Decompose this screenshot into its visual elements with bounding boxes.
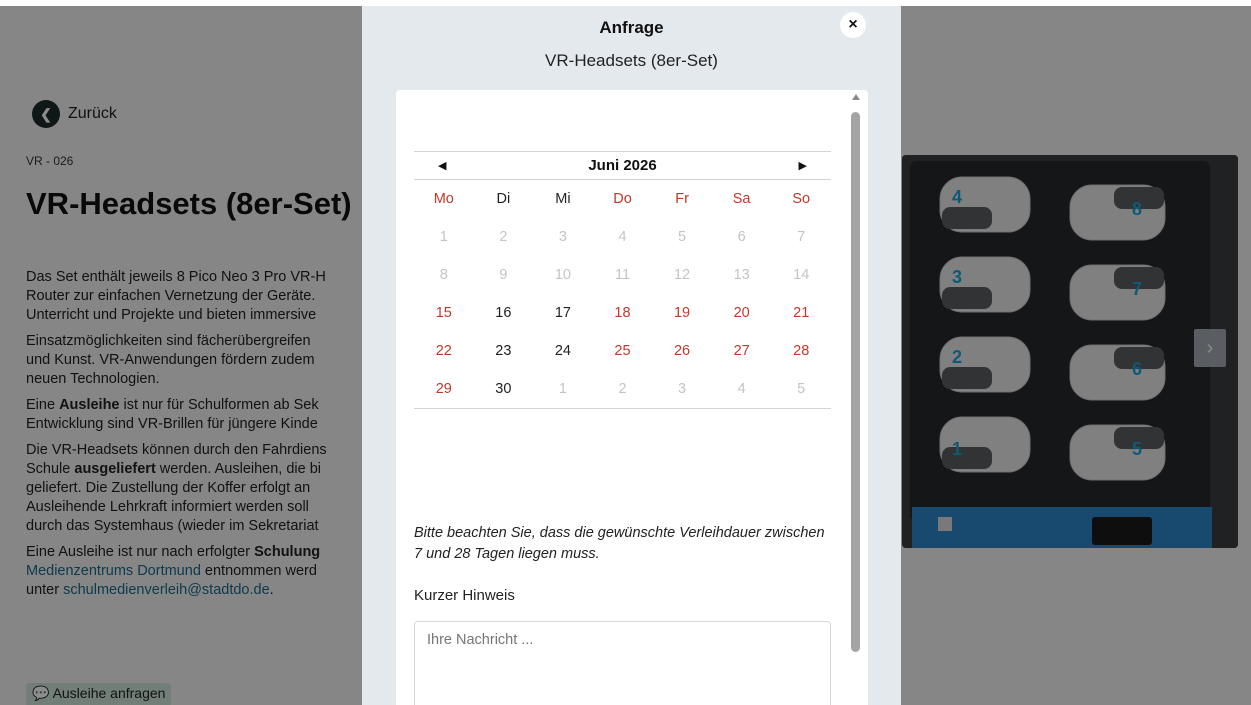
calendar-day[interactable]: 15 <box>414 294 474 332</box>
calendar-day: 1 <box>558 381 567 397</box>
loan-duration-notice: Bitte beachten Sie, dass die gewünschte … <box>414 525 825 562</box>
calendar-day: 5 <box>797 381 806 397</box>
calendar-day: 11 <box>614 267 631 283</box>
modal-subtitle: VR-Headsets (8er-Set) <box>545 51 718 70</box>
calendar-day[interactable]: 30 <box>474 370 534 408</box>
weekday-header: Fr <box>675 191 689 207</box>
day-grid: 1 2 3 4 5 6 7 8 9 10 11 12 13 14 15 16 17 18 19 20 21 22 23 24 2… <box>414 218 831 409</box>
calendar-day[interactable]: 22 <box>414 332 474 370</box>
calendar-day: 2 <box>499 229 508 245</box>
weekday-header: So <box>792 191 811 207</box>
calendar-day[interactable]: 27 <box>712 332 772 370</box>
calendar-day[interactable]: 28 <box>771 332 831 370</box>
calendar-month: Juni 2026 <box>588 157 657 174</box>
calendar-day[interactable]: 25 <box>593 332 653 370</box>
calendar-day[interactable]: 19 <box>652 294 712 332</box>
calendar-day[interactable]: 16 <box>474 294 534 332</box>
calendar-day: 2 <box>618 381 627 397</box>
calendar-day[interactable]: 26 <box>652 332 712 370</box>
date-picker: ◀ Juni 2026 ▶ Mo Di Mi Do Fr Sa So 1 2 3 4 5 6 7 8 9 10… <box>414 151 831 409</box>
scrollbar-thumb[interactable] <box>851 112 860 652</box>
weekday-header: Mi <box>555 191 571 207</box>
calendar-day[interactable]: 23 <box>474 332 534 370</box>
close-button[interactable]: × <box>840 12 866 38</box>
calendar-day: 7 <box>797 229 806 245</box>
calendar-day[interactable]: 29 <box>414 370 474 408</box>
weekday-header: Sa <box>732 191 751 207</box>
weekday-header: Di <box>496 191 511 207</box>
close-icon: × <box>848 16 858 33</box>
message-input[interactable] <box>414 621 831 705</box>
scroll-up-arrow[interactable] <box>852 94 860 100</box>
weekday-header: Do <box>613 191 632 207</box>
calendar-day: 12 <box>673 267 691 283</box>
calendar-day[interactable]: 17 <box>533 294 593 332</box>
modal-title: Anfrage <box>599 18 664 37</box>
weekday-row: Mo Di Mi Do Fr Sa So <box>414 180 831 218</box>
calendar-day: 1 <box>439 229 448 245</box>
calendar-day[interactable]: 21 <box>771 294 831 332</box>
calendar-day: 9 <box>499 267 508 283</box>
triangle-left-icon[interactable]: ◀ <box>438 159 446 172</box>
calendar-day[interactable]: 20 <box>712 294 772 332</box>
calendar-day: 8 <box>439 267 448 283</box>
modal-panel: ◀ Juni 2026 ▶ Mo Di Mi Do Fr Sa So 1 2 3 4 5 6 7 8 9 10… <box>396 90 868 705</box>
calendar-day: 4 <box>618 229 627 245</box>
calendar-day[interactable]: 24 <box>533 332 593 370</box>
calendar-day: 10 <box>554 267 571 283</box>
calendar-day: 13 <box>733 267 750 283</box>
calendar-day: 14 <box>793 267 810 283</box>
calendar-day: 5 <box>678 229 687 245</box>
calendar-day: 3 <box>678 381 687 397</box>
calendar-day[interactable]: 18 <box>593 294 653 332</box>
weekday-header: Mo <box>433 191 454 207</box>
calendar-day: 6 <box>737 229 746 245</box>
calendar-header: ◀ Juni 2026 ▶ <box>414 151 831 180</box>
request-modal: Anfrage VR-Headsets (8er-Set) × ◀ Juni 2… <box>362 6 901 705</box>
triangle-right-icon[interactable]: ▶ <box>799 159 807 172</box>
calendar-day: 4 <box>737 381 746 397</box>
hint-label: Kurzer Hinweis <box>414 587 515 604</box>
calendar-day: 3 <box>558 229 567 245</box>
